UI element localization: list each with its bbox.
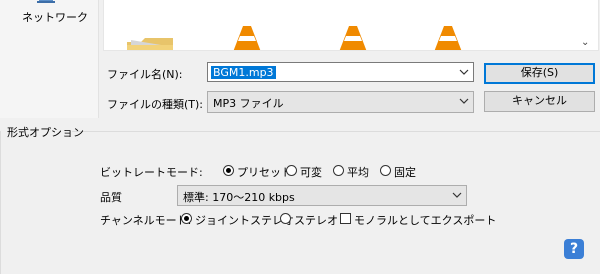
save-button[interactable]: 保存(S) <box>484 63 595 84</box>
format-options-title: 形式オプション <box>7 126 84 139</box>
channel-stereo-radio[interactable] <box>280 213 291 224</box>
network-icon[interactable] <box>36 0 56 4</box>
bitrate-average-label[interactable]: 平均 <box>347 164 369 180</box>
file-list[interactable] <box>103 0 599 51</box>
chevron-down-icon[interactable] <box>451 189 463 201</box>
folder-icon[interactable] <box>127 36 173 51</box>
bitrate-mode-label: ビットレートモード: <box>100 166 203 179</box>
quality-value: 標準: 170～210 kbps <box>183 191 295 204</box>
channel-mode-label: チャンネルモード: <box>100 214 192 227</box>
file-name-value[interactable]: BGM1.mp3 <box>211 66 276 79</box>
vlc-cone-icon[interactable] <box>434 26 462 51</box>
channel-stereo-label[interactable]: ステレオ <box>294 212 338 228</box>
cancel-button[interactable]: キャンセル <box>484 91 595 112</box>
bitrate-preset-radio[interactable] <box>223 165 234 176</box>
help-icon[interactable]: ? <box>564 239 584 259</box>
channel-joint-stereo-radio[interactable] <box>181 213 192 224</box>
file-name-input[interactable]: BGM1.mp3 <box>207 62 474 82</box>
scroll-down-icon[interactable]: ⌄ <box>581 37 589 48</box>
file-type-value: MP3 ファイル <box>213 97 284 110</box>
chevron-down-icon[interactable] <box>458 66 470 78</box>
file-type-select[interactable]: MP3 ファイル <box>207 91 474 113</box>
bitrate-preset-label[interactable]: プリセット <box>237 164 292 180</box>
channel-joint-stereo-label[interactable]: ジョイントステレオ <box>195 212 294 228</box>
mono-export-label[interactable]: モノラルとしてエクスポート <box>354 212 496 228</box>
bitrate-variable-label[interactable]: 可変 <box>300 164 322 180</box>
chevron-down-icon[interactable] <box>458 95 470 107</box>
quality-select[interactable]: 標準: 170～210 kbps <box>177 185 467 206</box>
bitrate-variable-radio[interactable] <box>286 165 297 176</box>
quality-label: 品質 <box>100 191 122 204</box>
group-divider <box>72 131 600 132</box>
mono-export-checkbox[interactable] <box>340 213 351 224</box>
bitrate-constant-label[interactable]: 固定 <box>394 164 416 180</box>
vlc-cone-icon[interactable] <box>233 26 261 51</box>
file-name-label: ファイル名(N): <box>107 68 183 81</box>
bitrate-average-radio[interactable] <box>333 165 344 176</box>
file-type-label: ファイルの種類(T): <box>107 98 204 111</box>
vlc-cone-icon[interactable] <box>339 26 367 51</box>
places-network-label[interactable]: ネットワーク <box>22 9 88 25</box>
bitrate-constant-radio[interactable] <box>380 165 391 176</box>
